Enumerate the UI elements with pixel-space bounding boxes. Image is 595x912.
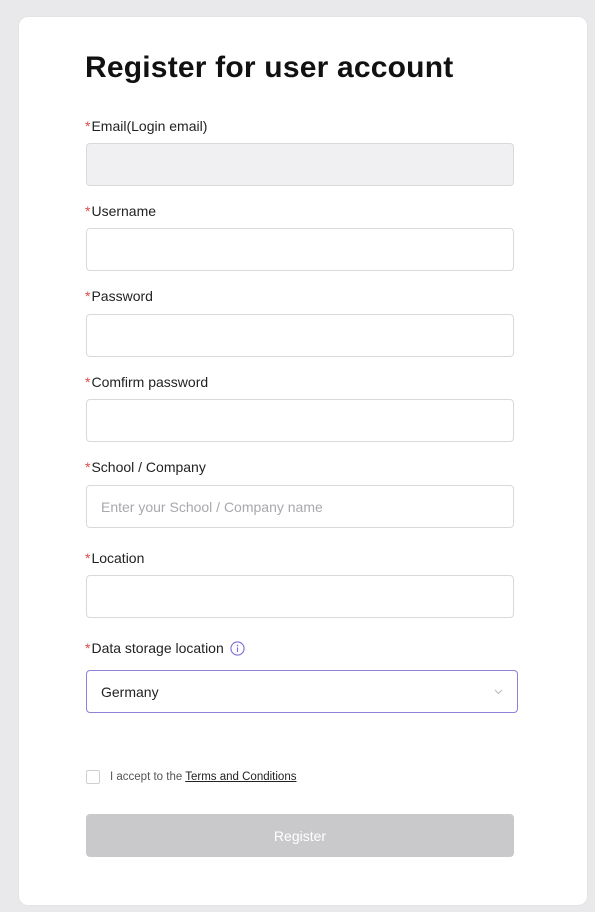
- required-marker: *: [85, 459, 91, 475]
- required-marker: *: [85, 374, 91, 390]
- required-marker: *: [85, 640, 91, 656]
- school-company-field[interactable]: [86, 485, 514, 528]
- terms-checkbox[interactable]: [86, 770, 100, 784]
- terms-link[interactable]: Terms and Conditions: [185, 771, 296, 783]
- registration-card: Register for user account * Email(Login …: [18, 16, 588, 906]
- password-label-text: Password: [91, 288, 153, 304]
- email-label: * Email(Login email): [85, 118, 207, 134]
- storage-location-select[interactable]: Germany: [86, 670, 518, 713]
- username-field[interactable]: [86, 228, 514, 271]
- register-button[interactable]: Register: [86, 814, 514, 857]
- required-marker: *: [85, 118, 91, 134]
- required-marker: *: [85, 550, 91, 566]
- terms-text: I accept to the: [110, 771, 183, 783]
- confirm-password-label: * Comfirm password: [85, 374, 208, 390]
- location-field[interactable]: [86, 575, 514, 618]
- email-label-text: Email(Login email): [91, 118, 208, 134]
- location-label-text: Location: [91, 550, 145, 566]
- storage-location-label-text: Data storage location: [91, 640, 224, 656]
- school-company-label-text: School / Company: [91, 459, 206, 475]
- username-label-text: Username: [91, 203, 157, 219]
- location-label: * Location: [85, 550, 144, 566]
- confirm-password-field[interactable]: [86, 399, 514, 442]
- storage-location-label: * Data storage location: [85, 640, 245, 656]
- email-field[interactable]: [86, 143, 514, 186]
- password-field[interactable]: [86, 314, 514, 357]
- required-marker: *: [85, 203, 91, 219]
- confirm-password-label-text: Comfirm password: [91, 374, 209, 390]
- password-label: * Password: [85, 288, 153, 304]
- storage-location-value: Germany: [101, 683, 159, 700]
- info-circle-icon[interactable]: [230, 640, 245, 656]
- username-label: * Username: [85, 203, 156, 219]
- page-title: Register for user account: [85, 51, 454, 84]
- chevron-down-icon: [493, 687, 503, 697]
- required-marker: *: [85, 288, 91, 304]
- terms-row: I accept to the Terms and Conditions: [86, 770, 296, 784]
- school-company-label: * School / Company: [85, 459, 206, 475]
